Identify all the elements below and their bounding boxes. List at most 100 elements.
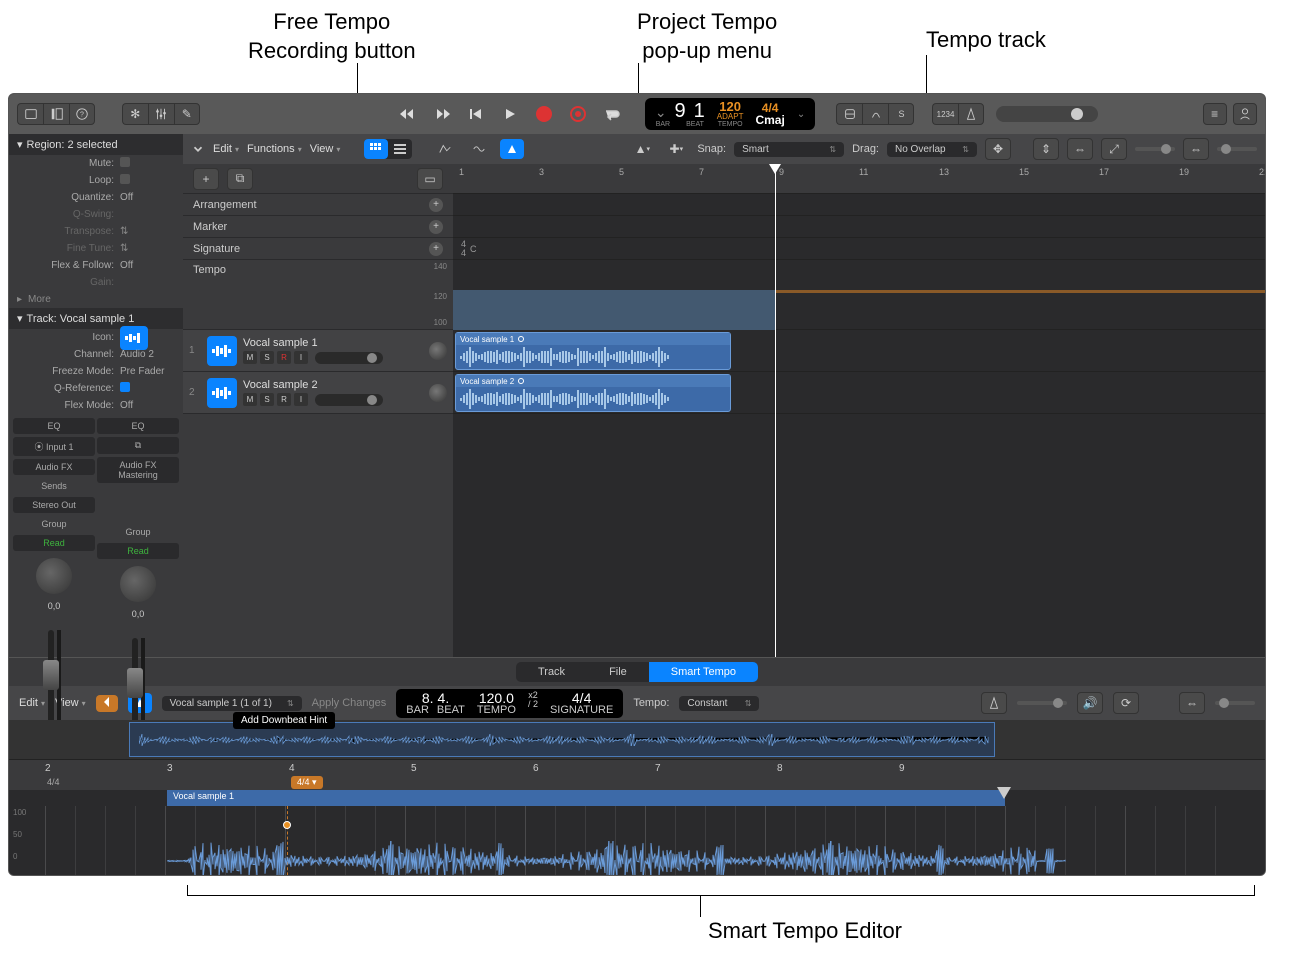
add-arrangement-button[interactable]: + [429,198,443,212]
editor-ruler[interactable]: 4/4 4/4 ▾ 23456789 [9,760,1265,790]
track-volume[interactable] [315,394,383,406]
back-button[interactable] [96,695,118,712]
notepad-button[interactable] [1233,103,1257,125]
arrangement-lane[interactable] [453,194,1265,216]
add-marker-button[interactable]: + [429,220,443,234]
library-button[interactable] [17,103,43,125]
marquee-tool[interactable]: ✚▾ [663,138,689,160]
zoom-v-button[interactable]: ⇕ [1033,138,1059,160]
tempo-mode-select[interactable]: Constant [679,696,759,711]
pointer-tool[interactable]: ▲▾ [629,138,655,160]
track-pan[interactable] [429,384,447,402]
add-signature-button[interactable]: + [429,242,443,256]
editor-zoom-h[interactable]: ⇔ [1179,692,1205,714]
arrange-area[interactable]: 13579111315171921 44 C Vocal sample [453,164,1265,657]
audiofx-slot[interactable]: Audio FX [13,459,95,475]
lcd-beat[interactable]: 1 [694,101,705,121]
go-to-start-button[interactable] [464,102,488,126]
sends-slot[interactable]: Sends [13,478,95,494]
tempo-region[interactable] [453,290,775,330]
signature-lane[interactable]: 44 C [453,238,1265,260]
replace-button[interactable] [836,103,862,125]
forward-button[interactable] [430,102,454,126]
pan-knob[interactable] [36,558,72,594]
free-tempo-recording-button[interactable] [566,102,590,126]
tab-file[interactable]: File [587,662,649,682]
region-inspector-header[interactable]: ▾Region: 2 selected [9,134,183,155]
grid-view-button[interactable] [364,139,388,159]
smart-controls-button[interactable] [148,103,174,125]
editor-waveform-area[interactable]: 100 50 0 -50 -100 [9,806,1265,876]
flex-button[interactable] [466,138,492,160]
track-volume[interactable] [315,352,383,364]
input-select[interactable]: ⦿ Input 1 [13,437,95,456]
track-header-2[interactable]: 2 Vocal sample 2 M S R I [183,372,453,414]
toolbar-settings-button[interactable]: ✻ [122,103,148,125]
audio-region-1[interactable]: Vocal sample 1 [455,332,731,370]
output-select[interactable]: Stereo Out [13,497,95,513]
flexfollow-select[interactable]: Off [120,260,175,271]
automation-mode[interactable]: Read [13,535,95,551]
lcd-key[interactable]: Cmaj [755,114,784,126]
editor-sig[interactable]: 4/4 [572,691,591,705]
list-view-button[interactable] [388,139,412,159]
overview-lane[interactable]: Add Downbeat Hint [9,720,1265,760]
bar-ruler[interactable]: 13579111315171921 [453,164,1265,194]
track-icon[interactable] [207,336,237,366]
cycle-button[interactable] [600,102,624,126]
count-in-button[interactable]: 1234 [932,103,958,125]
group-slot[interactable]: Group [13,516,95,532]
tempo-track-header[interactable]: Tempo 140 120 100 [183,260,453,330]
loop-checkbox[interactable] [120,174,130,184]
track-solo[interactable]: S [260,351,274,364]
mute-checkbox[interactable] [120,157,130,167]
automation-button[interactable] [432,138,458,160]
marker-track-header[interactable]: Marker+ [183,216,453,238]
editor-tempo-value[interactable]: 120.0 [479,691,514,705]
rewind-button[interactable] [396,102,420,126]
group-slot[interactable]: Group [97,524,179,540]
track-rec[interactable]: R [277,351,291,364]
duplicate-track-button[interactable]: ⧉ [227,168,253,190]
track-input[interactable]: I [294,393,308,406]
master-volume-slider[interactable] [996,106,1098,122]
quick-help-button[interactable]: ? [69,103,95,125]
catch-playhead-button[interactable] [500,139,524,159]
project-tempo-popup[interactable]: 120 ADAPT TEMPO [717,100,744,128]
track-rec[interactable]: R [277,393,291,406]
marker-lane[interactable] [453,216,1265,238]
inspector-button[interactable] [43,103,69,125]
eq-button[interactable]: EQ [97,418,179,434]
signature-track-header[interactable]: Signature+ [183,238,453,260]
track-solo[interactable]: S [260,393,274,406]
source-select[interactable]: Vocal sample 1 (1 of 1) [162,696,302,711]
view-menu[interactable]: View [310,143,341,155]
downbeat-hint-marker[interactable] [283,821,291,829]
speaker-icon-button[interactable]: 🔊 [1077,692,1103,714]
waveform-zoom-button[interactable]: ⇔ [1183,138,1209,160]
functions-menu[interactable]: Functions [247,143,302,155]
link-icon[interactable] [191,142,205,156]
editor-slider-1[interactable] [1017,701,1067,705]
h-zoom-slider[interactable] [1217,147,1257,151]
track-input[interactable]: I [294,351,308,364]
audiofx-slot[interactable]: Audio FXMastering [97,457,179,483]
lcd-bar[interactable]: 9 [675,101,686,121]
automation-mode[interactable]: Read [97,543,179,559]
record-button[interactable] [532,102,556,126]
global-tracks-button[interactable]: ▭ [417,168,443,190]
track-header-1[interactable]: 1 Vocal sample 1 M S R I [183,330,453,372]
play-button[interactable] [498,102,522,126]
metronome-icon-button[interactable] [981,692,1007,714]
editor-arrange-area[interactable]: Add Downbeat Hint 4/4 4/4 ▾ 23456789 Voc… [9,720,1265,876]
metronome-button[interactable] [958,103,984,125]
v-zoom-slider[interactable] [1135,147,1175,151]
drag-select[interactable]: No Overlap [887,142,977,157]
pan-knob[interactable] [120,566,156,602]
edit-menu[interactable]: Edit [213,143,239,155]
apply-changes-button[interactable]: Apply Changes [312,697,387,709]
more-disclosure[interactable]: More [28,294,51,305]
track-icon-button[interactable] [120,326,148,350]
freeze-select[interactable]: Pre Fader [120,366,175,377]
zoom-h-button[interactable]: ⇔ [1067,138,1093,160]
